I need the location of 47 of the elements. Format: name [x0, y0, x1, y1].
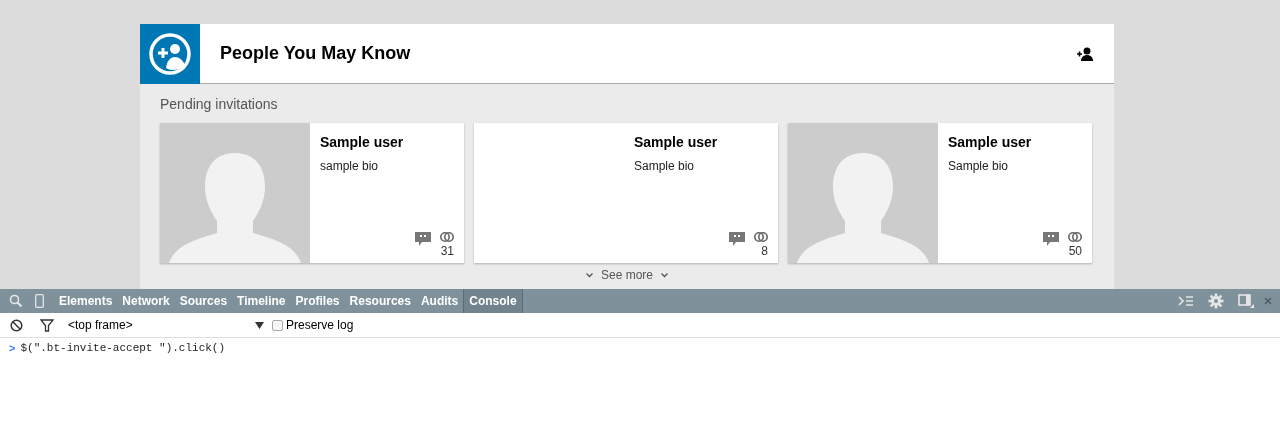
devtools-tab[interactable]: Network	[117, 289, 175, 313]
chevron-down-icon	[661, 272, 668, 278]
frame-select[interactable]: <top frame>	[68, 316, 264, 334]
devtools-tab[interactable]: Timeline	[232, 289, 291, 313]
devtools-tab[interactable]: Sources	[174, 289, 233, 313]
speech-bubble-icon	[1043, 232, 1059, 246]
user-bio: Sample bio	[948, 158, 1010, 175]
speech-bubble-icon	[415, 232, 431, 246]
linked-circles-icon	[1068, 231, 1082, 243]
widget-title: People You May Know	[220, 42, 411, 65]
connection-count: 50	[1068, 245, 1082, 257]
search-icon[interactable]	[9, 294, 23, 308]
filter-icon[interactable]	[40, 318, 54, 332]
see-more-link[interactable]: See more	[586, 266, 668, 284]
devtools-tab[interactable]: Console	[463, 289, 523, 313]
settings-icon[interactable]	[1208, 293, 1224, 309]
preserve-log-checkbox[interactable]	[272, 319, 283, 331]
user-name: Sample user	[320, 133, 405, 152]
console-drawer-icon[interactable]	[1178, 295, 1194, 307]
connection-count: 8	[761, 245, 768, 257]
dropdown-arrow-icon	[255, 321, 264, 329]
dock-side-icon[interactable]	[1238, 294, 1254, 308]
linked-circles-icon	[754, 231, 768, 243]
user-bio: sample bio	[320, 158, 380, 175]
speech-bubble-icon	[729, 232, 745, 246]
checkbox-label: Preserve log	[286, 317, 354, 334]
devtools-tab[interactable]: Profiles	[290, 289, 345, 313]
prompt-chevron: >	[9, 340, 16, 356]
clear-console-icon[interactable]	[10, 318, 23, 332]
linked-circles-icon	[440, 231, 454, 243]
devtools-tab[interactable]: Audits	[415, 289, 464, 313]
chevron-down-icon	[586, 272, 593, 278]
user-bio: Sample bio	[634, 158, 696, 175]
mobile-device-icon[interactable]	[35, 294, 44, 308]
close-icon[interactable]	[1264, 297, 1272, 305]
user-name: Sample user	[634, 133, 719, 152]
user-card[interactable]: Sample user Sample bio 8	[474, 123, 778, 263]
devtools-tab[interactable]: Resources	[344, 289, 416, 313]
connection-count: 31	[440, 245, 454, 257]
user-card[interactable]: Sample user sample bio 31	[160, 123, 464, 263]
add-person-icon[interactable]	[1077, 46, 1093, 61]
user-card[interactable]: Sample user Sample bio 50	[788, 123, 1092, 263]
section-label: Pending invitations	[160, 95, 279, 114]
user-name: Sample user	[948, 133, 1033, 152]
devtools-tab[interactable]: Elements	[54, 289, 118, 313]
console-command: $(".bt-invite-accept ").click()	[20, 340, 226, 356]
add-person-icon	[148, 31, 192, 76]
